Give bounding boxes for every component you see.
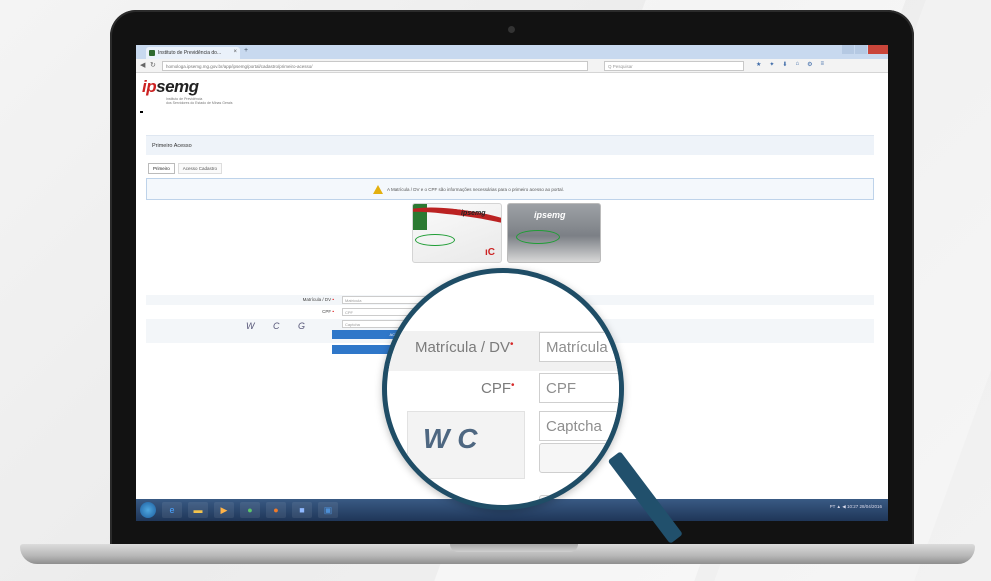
lens-matricula-label: Matrícula / DV• <box>415 339 514 356</box>
member-card-old: ipsemg ıC <box>412 203 502 263</box>
back-icon[interactable]: ◀ <box>140 61 145 69</box>
warning-icon <box>373 185 383 194</box>
browser-search-input[interactable]: Q Pesquisar <box>604 61 744 71</box>
minimize-button[interactable] <box>842 45 854 54</box>
settings-icon[interactable]: ⚙ <box>807 61 812 68</box>
card-brand: ipsemg <box>534 210 566 220</box>
browser-titlebar: Instituto de Previdência do... × + <box>136 45 888 59</box>
camera <box>508 26 515 33</box>
alert-text: A Matrícula / DV e o CPF são informações… <box>387 187 564 192</box>
download-icon[interactable]: ⬇ <box>782 61 787 68</box>
member-card-new: ipsemg <box>507 203 601 263</box>
lens-captcha-image: W C <box>423 423 478 454</box>
app-icon[interactable]: ■ <box>292 502 312 518</box>
url-bar[interactable]: homologa.ipsemg.mg.gov.br/app/ipsemg/por… <box>162 61 588 71</box>
ie-icon[interactable]: e <box>162 502 182 518</box>
card-mark: ıC <box>485 247 495 258</box>
outlook-icon[interactable]: ▣ <box>318 502 338 518</box>
folder-icon[interactable]: ▬ <box>188 502 208 518</box>
system-tray: PT ▲ ◀ 10:27 28/04/2016 <box>829 504 882 509</box>
lens-button[interactable] <box>539 443 619 473</box>
logo-subtitle: Instituto de Previdência dos Servidores … <box>166 97 233 105</box>
refresh-icon[interactable]: ↻ <box>150 61 156 69</box>
tab-primeiro[interactable]: Primeiro <box>148 163 175 174</box>
favicon-icon <box>149 50 155 56</box>
magnifier-lens: Matrícula / DV• Matrícula CPF• CPF W C C… <box>382 268 624 510</box>
section-title: Primeiro Acesso <box>146 135 874 155</box>
close-window-button[interactable] <box>868 45 888 54</box>
card-brand: ipsemg <box>461 210 486 217</box>
tab-close-icon[interactable]: × <box>233 49 237 55</box>
site-logo[interactable]: ipsemg <box>142 77 199 97</box>
lens-matricula-input[interactable]: Matrícula <box>539 332 619 362</box>
toolbar-icons: ★ ✦ ⬇ ⌂ ⚙ ≡ <box>756 61 824 68</box>
laptop-notch <box>450 544 578 552</box>
menu-icon[interactable]: ≡ <box>820 61 824 68</box>
firefox-icon[interactable]: ● <box>266 502 286 518</box>
highlight-ellipse <box>516 230 560 244</box>
highlight-ellipse <box>415 234 455 246</box>
chrome-icon[interactable]: ● <box>240 502 260 518</box>
home-icon[interactable]: ⌂ <box>795 61 799 68</box>
laptop-base <box>20 544 975 564</box>
info-alert: A Matrícula / DV e o CPF são informações… <box>146 178 874 200</box>
divider <box>140 111 143 113</box>
star-icon[interactable]: ★ <box>756 61 761 68</box>
bookmark-icon[interactable]: ✦ <box>769 61 774 68</box>
lens-cpf-input[interactable]: CPF <box>539 373 619 403</box>
browser-navbar: ◀ ↻ homologa.ipsemg.mg.gov.br/app/ipsemg… <box>136 59 888 73</box>
matricula-label: Matrícula / DV • <box>302 297 334 302</box>
browser-tab[interactable]: Instituto de Previdência do... × <box>146 47 240 59</box>
page-tabs: Primeiro Acesso Cadastro <box>148 163 223 174</box>
media-icon[interactable]: ▶ <box>214 502 234 518</box>
tab-title: Instituto de Previdência do... <box>158 50 222 56</box>
maximize-button[interactable] <box>855 45 867 54</box>
start-button[interactable] <box>140 502 156 518</box>
new-tab-button[interactable]: + <box>244 47 248 54</box>
lens-captcha-input[interactable]: Captcha <box>539 411 619 441</box>
captcha-image: W C G <box>246 321 313 331</box>
tab-acesso-cadastro[interactable]: Acesso Cadastro <box>177 163 223 174</box>
lens-cpf-label: CPF• <box>481 380 515 397</box>
cpf-label: CPF • <box>322 309 334 314</box>
